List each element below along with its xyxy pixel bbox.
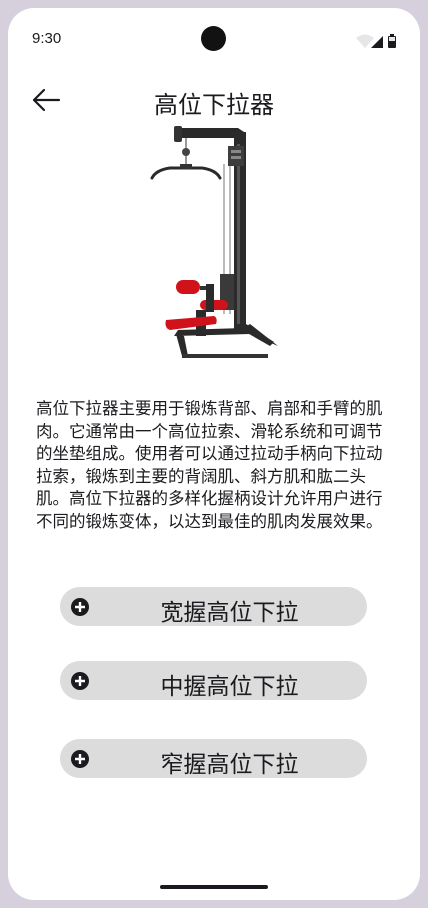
phone-screen: 9:30 高位下拉器 高位下拉器主要用于锻炼背部、肩部和手臂的肌肉。它通常由一个… xyxy=(8,8,420,900)
narrow-grip-label: 窄握高位下拉 xyxy=(160,752,299,778)
status-time: 9:30 xyxy=(32,30,62,47)
plus-circle-icon xyxy=(71,598,89,616)
wide-grip-label: 宽握高位下拉 xyxy=(160,600,299,626)
plus-circle-icon xyxy=(71,672,89,690)
home-indicator[interactable] xyxy=(160,885,268,889)
narrow-grip-button[interactable]: 窄握高位下拉 xyxy=(60,739,367,778)
camera-cutout xyxy=(201,26,226,51)
medium-grip-label: 中握高位下拉 xyxy=(160,674,299,700)
page-title: 高位下拉器 xyxy=(154,91,274,119)
medium-grip-button[interactable]: 中握高位下拉 xyxy=(60,661,367,700)
app-bar: 高位下拉器 xyxy=(8,72,420,128)
wifi-icon xyxy=(356,34,374,48)
equipment-description: 高位下拉器主要用于锻炼背部、肩部和手臂的肌肉。它通常由一个高位拉索、滑轮系统和可… xyxy=(36,399,383,531)
plus-circle-icon xyxy=(71,750,89,768)
lat-pulldown-machine-image xyxy=(150,126,278,358)
status-bar: 9:30 xyxy=(8,8,420,72)
wide-grip-button[interactable]: 宽握高位下拉 xyxy=(60,587,367,626)
status-icons xyxy=(356,34,396,48)
battery-icon xyxy=(388,34,396,48)
